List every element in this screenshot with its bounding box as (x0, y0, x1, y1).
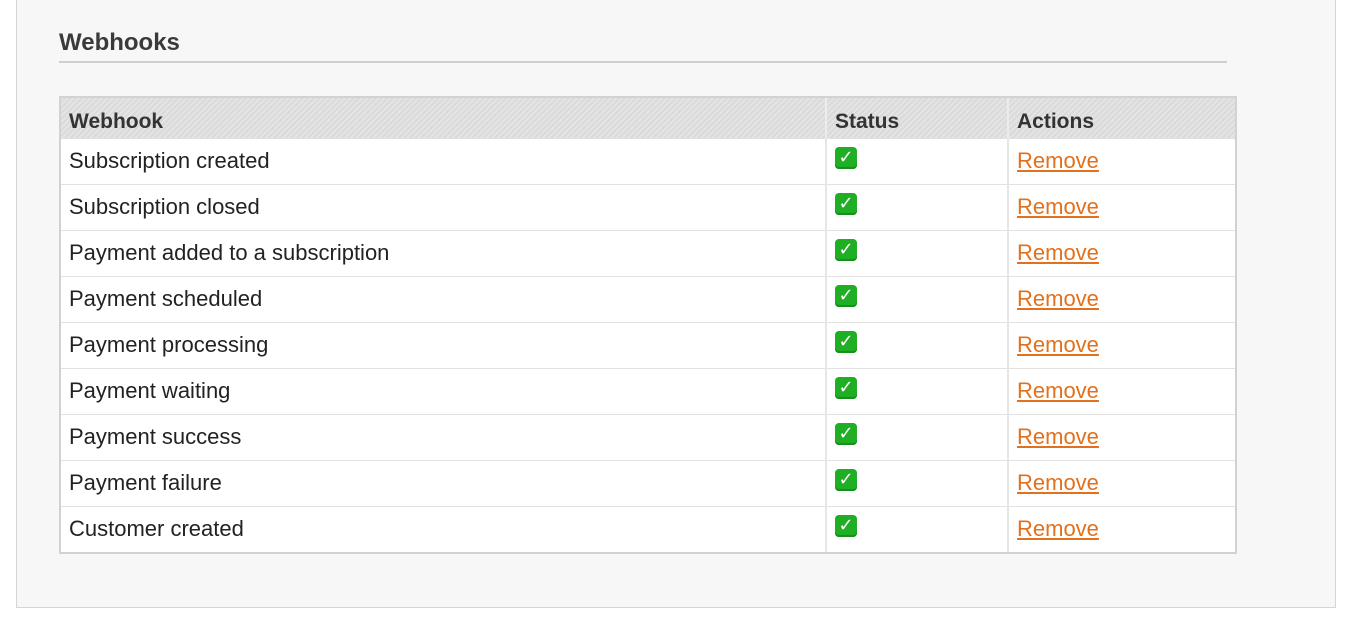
column-header-actions: Actions (1008, 98, 1235, 139)
actions-cell: Remove (1008, 138, 1235, 184)
table-row: Payment processing ✓ Remove (61, 321, 1235, 368)
status-cell: ✓ (826, 275, 1009, 322)
webhooks-panel: Webhooks Webhook Status Actions Subscrip… (16, 0, 1336, 608)
webhook-name: Payment scheduled (61, 275, 827, 322)
table-row: Payment waiting ✓ Remove (61, 367, 1235, 414)
webhook-name: Payment processing (61, 321, 827, 368)
table-row: Payment failure ✓ Remove (61, 459, 1235, 506)
webhooks-table-container: Webhook Status Actions Subscription crea… (59, 96, 1237, 554)
webhook-name: Subscription closed (61, 183, 827, 230)
status-cell: ✓ (826, 505, 1009, 552)
check-mark-icon: ✓ (835, 285, 857, 307)
column-header-webhook: Webhook (61, 98, 827, 139)
check-mark-icon: ✓ (835, 377, 857, 399)
actions-cell: Remove (1008, 413, 1235, 460)
check-mark-icon: ✓ (835, 515, 857, 538)
table-row: Subscription created ✓ Remove (61, 138, 1235, 184)
actions-cell: Remove (1008, 505, 1235, 552)
check-mark-icon: ✓ (835, 239, 857, 261)
remove-link[interactable]: Remove (1017, 516, 1099, 541)
actions-cell: Remove (1008, 459, 1235, 506)
check-mark-icon: ✓ (835, 331, 857, 353)
remove-link[interactable]: Remove (1017, 424, 1099, 449)
column-header-status: Status (826, 98, 1009, 139)
status-cell: ✓ (826, 321, 1009, 368)
table-row: Payment success ✓ Remove (61, 413, 1235, 460)
actions-cell: Remove (1008, 367, 1235, 414)
table-row: Subscription closed ✓ Remove (61, 183, 1235, 230)
check-mark-icon: ✓ (835, 193, 857, 215)
actions-cell: Remove (1008, 183, 1235, 230)
status-cell: ✓ (826, 459, 1009, 506)
status-cell: ✓ (826, 183, 1009, 230)
webhooks-table: Webhook Status Actions Subscription crea… (61, 98, 1235, 552)
webhook-name: Customer created (61, 505, 827, 552)
actions-cell: Remove (1008, 321, 1235, 368)
webhook-name: Payment waiting (61, 367, 827, 414)
remove-link[interactable]: Remove (1017, 194, 1099, 219)
actions-cell: Remove (1008, 275, 1235, 322)
remove-link[interactable]: Remove (1017, 148, 1099, 173)
webhook-name: Subscription created (61, 138, 827, 184)
actions-cell: Remove (1008, 229, 1235, 276)
remove-link[interactable]: Remove (1017, 240, 1099, 265)
webhook-name: Payment success (61, 413, 827, 460)
webhook-name: Payment failure (61, 459, 827, 506)
table-body: Subscription created ✓ Remove Subscripti… (61, 138, 1235, 552)
remove-link[interactable]: Remove (1017, 332, 1099, 357)
remove-link[interactable]: Remove (1017, 378, 1099, 403)
webhook-name: Payment added to a subscription (61, 229, 827, 276)
status-cell: ✓ (826, 138, 1009, 184)
check-mark-icon: ✓ (835, 469, 857, 491)
check-mark-icon: ✓ (835, 147, 857, 169)
table-row: Customer created ✓ Remove (61, 505, 1235, 552)
section-title: Webhooks (59, 29, 1227, 63)
remove-link[interactable]: Remove (1017, 286, 1099, 311)
table-header-row: Webhook Status Actions (61, 98, 1235, 139)
status-cell: ✓ (826, 367, 1009, 414)
table-row: Payment scheduled ✓ Remove (61, 275, 1235, 322)
status-cell: ✓ (826, 413, 1009, 460)
status-cell: ✓ (826, 229, 1009, 276)
check-mark-icon: ✓ (835, 423, 857, 445)
table-row: Payment added to a subscription ✓ Remove (61, 229, 1235, 276)
remove-link[interactable]: Remove (1017, 470, 1099, 495)
